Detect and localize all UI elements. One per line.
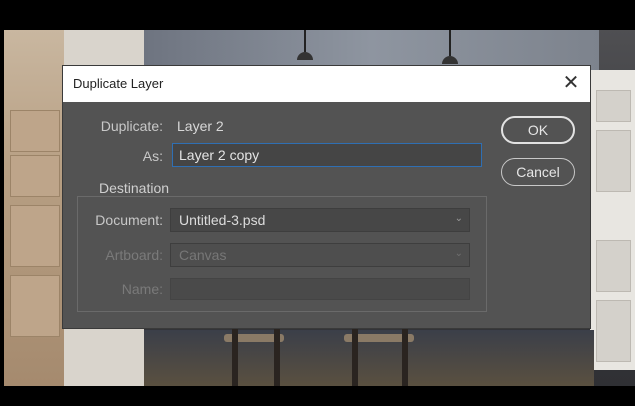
stool-leg (274, 326, 280, 386)
chevron-down-icon: ⌄ (454, 213, 463, 224)
dialog-title: Duplicate Layer (73, 76, 164, 91)
cabinet-door (10, 155, 60, 197)
stool-leg (232, 326, 238, 386)
chevron-down-icon: ⌄ (454, 248, 463, 259)
dialog-titlebar: Duplicate Layer ✕ (63, 66, 590, 102)
duplicate-layer-dialog: Duplicate Layer ✕ Duplicate: Layer 2 As:… (63, 66, 590, 328)
as-name-input[interactable]: Layer 2 copy (172, 143, 482, 167)
cabinet-door (10, 205, 60, 267)
document-select[interactable]: Untitled-3.psd ⌄ (170, 208, 470, 232)
as-label: As: (142, 148, 163, 164)
artboard-select: Canvas ⌄ (170, 243, 470, 267)
pendant-cord (449, 30, 451, 56)
ok-button[interactable]: OK (501, 116, 575, 144)
cabinet-pane (596, 240, 631, 292)
name-label: Name: (121, 281, 163, 297)
floor (144, 326, 594, 386)
duplicate-value: Layer 2 (177, 118, 224, 134)
right-cabinets (590, 70, 635, 370)
cabinet-door (10, 110, 60, 152)
pendant-cord (304, 30, 306, 52)
stool-leg (352, 326, 358, 386)
cabinet-door (10, 275, 60, 337)
destination-title: Destination (95, 180, 174, 196)
document-select-value: Untitled-3.psd (179, 212, 266, 228)
letterbox-bottom (0, 386, 635, 406)
artboard-select-value: Canvas (179, 247, 227, 263)
name-field (170, 278, 470, 300)
duplicate-label: Duplicate: (100, 118, 163, 134)
artboard-label: Artboard: (105, 247, 163, 263)
left-cabinets (4, 30, 64, 386)
letterbox-top (0, 0, 635, 30)
cabinet-pane (596, 130, 631, 192)
cabinet-pane (596, 300, 631, 362)
cabinet-pane (596, 90, 631, 122)
document-label: Document: (95, 212, 163, 228)
stool-leg (402, 326, 408, 386)
close-icon[interactable]: ✕ (558, 70, 584, 96)
cancel-button[interactable]: Cancel (501, 158, 575, 186)
